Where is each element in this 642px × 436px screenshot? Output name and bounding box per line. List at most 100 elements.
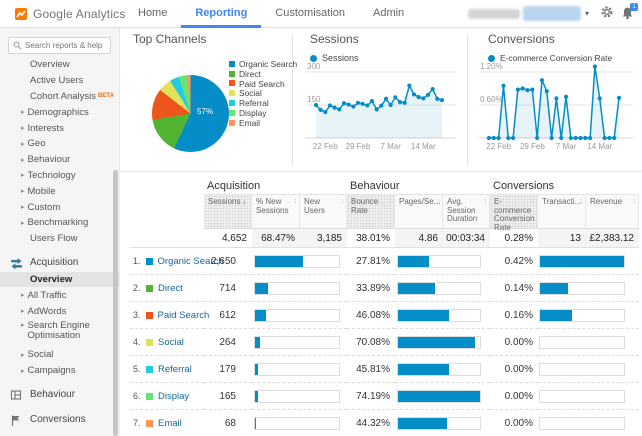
sidebar-item-geo[interactable]: ▸ Geo <box>0 136 119 152</box>
channel-link-email[interactable]: Email <box>158 418 182 429</box>
sidebar-item-campaigns[interactable]: ▸ Campaigns <box>0 363 119 379</box>
totals-cell: 00:03:34 <box>443 228 490 248</box>
sidebar-item-demographics[interactable]: ▸ Demographics <box>0 104 119 120</box>
sidebar-search[interactable] <box>8 37 111 54</box>
sidebar-item-custom[interactable]: ▸ Custom <box>0 199 119 215</box>
sidebar-scrollbar[interactable] <box>113 170 118 436</box>
conversions-line-chart[interactable]: 1.20% 0.60% 22 Feb 29 Feb 7 Mar 14 Mar <box>467 28 642 172</box>
sidebar-item-behaviour[interactable]: ▸ Behaviour <box>0 152 119 168</box>
channel-link-referral[interactable]: Referral <box>158 364 192 375</box>
sidebar-item-label: Behaviour <box>30 389 76 401</box>
column-header-label: E-commerce Conversion Rate <box>494 197 535 232</box>
pie-legend-item[interactable]: Organic Search <box>229 59 297 69</box>
expand-arrow-icon: ▸ <box>21 156 25 164</box>
svg-text:22 Feb: 22 Feb <box>486 142 511 151</box>
bar-track <box>254 389 340 403</box>
gear-icon[interactable] <box>600 5 614 24</box>
account-selector-redacted[interactable] <box>523 6 581 21</box>
sort-icon[interactable]: ↕ <box>341 198 345 207</box>
expand-arrow-icon: ▸ <box>21 204 25 212</box>
ga-logo[interactable]: Google Analytics <box>15 7 126 21</box>
sort-icon[interactable]: ↕ <box>294 198 298 207</box>
column-header-6[interactable]: Avg. Session Duration ↕ <box>443 194 490 228</box>
totals-cell: 3,185 <box>300 228 347 248</box>
sessions-value: 179 <box>204 356 252 383</box>
bar-fill <box>398 390 480 402</box>
sidebar-item-overview[interactable]: Overview <box>0 271 119 288</box>
bar-fill <box>398 336 476 348</box>
sort-icon[interactable]: ↕ <box>437 198 441 207</box>
top-channels-pie-chart[interactable] <box>152 75 229 152</box>
nav-item-reporting[interactable]: Reporting <box>181 0 262 28</box>
pie-legend-item[interactable]: Display <box>229 108 297 118</box>
sidebar-item-users-flow[interactable]: Users Flow <box>0 231 119 247</box>
sidebar-item-interests[interactable]: ▸ Interests <box>0 120 119 136</box>
conversion-rate-value: 0.14% <box>490 275 538 302</box>
column-header-1[interactable]: Sessions ↓ <box>204 194 252 228</box>
sort-icon[interactable]: ↕ <box>532 198 536 207</box>
sidebar-item-overview[interactable]: Overview <box>0 57 119 73</box>
sidebar-item-active-users[interactable]: Active Users <box>0 73 119 89</box>
bar-track <box>254 281 340 295</box>
bar-fill <box>255 255 303 267</box>
sidebar-item-conversions[interactable]: Conversions <box>0 411 119 429</box>
sidebar-item-mobile[interactable]: ▸ Mobile <box>0 183 119 199</box>
revenue-bar <box>538 383 639 410</box>
column-header-4[interactable]: Bounce Rate ↕ <box>347 194 395 228</box>
row-rank: 2. <box>133 283 141 293</box>
acquisition-icon <box>10 257 23 273</box>
sidebar-item-acquisition[interactable]: Acquisition <box>0 254 119 272</box>
sidebar-item-technology[interactable]: ▸ Technology <box>0 168 119 184</box>
sidebar-item-label: Custom <box>27 201 61 213</box>
column-header-label: New Users <box>304 197 325 215</box>
conversions-icon <box>10 414 22 430</box>
channel-link-social[interactable]: Social <box>158 337 184 348</box>
column-header-3[interactable]: New Users ↕ <box>300 194 347 228</box>
sidebar-item-cohort-analysis[interactable]: Cohort Analysis BETA <box>0 89 119 105</box>
totals-cell: 4,652 <box>204 228 252 248</box>
channel-link-direct[interactable]: Direct <box>158 283 183 294</box>
sort-icon[interactable]: ↕ <box>389 198 393 207</box>
column-header-8[interactable]: Transacti... ↕ <box>538 194 586 228</box>
group-header-conversions: Conversions <box>493 180 555 192</box>
sort-icon[interactable]: ↕ <box>633 198 637 207</box>
legend-swatch-icon <box>229 100 235 107</box>
bar-fill <box>255 309 267 321</box>
pie-legend-item[interactable]: Referral <box>229 98 297 108</box>
pie-legend-item[interactable]: Direct <box>229 69 297 79</box>
column-header-9[interactable]: Revenue ↕ <box>586 194 639 228</box>
nav-item-home[interactable]: Home <box>124 0 181 28</box>
sidebar-item-social[interactable]: ▸ Social <box>0 347 119 363</box>
notification-badge: 1 <box>630 3 638 11</box>
account-caret-icon[interactable]: ▾ <box>585 9 589 18</box>
sidebar-item-search-engine-optimisation[interactable]: ▸ Search Engine Optimisation <box>0 319 119 347</box>
sidebar-item-label: Technology <box>27 169 76 181</box>
search-input[interactable] <box>25 41 107 50</box>
pie-legend-item[interactable]: Paid Search <box>229 79 297 89</box>
conversion-rate-value: 0.16% <box>490 302 538 329</box>
nav-item-admin[interactable]: Admin <box>359 0 418 28</box>
pie-legend-item[interactable]: Social <box>229 88 297 98</box>
sessions-line-chart[interactable]: 300 150 22 Feb 29 Feb 7 Mar 14 Mar <box>292 28 467 172</box>
channel-swatch-icon <box>146 392 153 400</box>
column-header-5[interactable]: Pages/Se... ↕ <box>395 194 443 228</box>
sidebar-item-all-traffic[interactable]: ▸ All Traffic <box>0 287 119 303</box>
revenue-bar <box>538 302 639 329</box>
sort-icon[interactable]: ↕ <box>580 198 584 207</box>
pie-legend-label: Email <box>239 117 260 128</box>
sidebar-item-adwords[interactable]: ▸ AdWords <box>0 303 119 319</box>
bar-fill <box>255 417 257 429</box>
sidebar-item-behaviour[interactable]: Behaviour <box>0 386 119 404</box>
pie-legend-item[interactable]: Email <box>229 118 297 128</box>
conversion-rate-value: 0.00% <box>490 356 538 383</box>
channel-link-display[interactable]: Display <box>158 391 189 402</box>
bounce-rate-bar <box>395 329 490 356</box>
sidebar-item-benchmarking[interactable]: ▸ Benchmarking <box>0 215 119 231</box>
sort-icon[interactable]: ↕ <box>484 198 488 207</box>
column-header-2[interactable]: % New Sessions ↕ <box>252 194 300 228</box>
channel-link-paid-search[interactable]: Paid Search <box>158 310 210 321</box>
svg-text:1.20%: 1.20% <box>480 62 503 71</box>
column-header-7[interactable]: E-commerce Conversion Rate ↕ <box>490 194 538 232</box>
bar-track <box>539 308 625 322</box>
nav-item-customisation[interactable]: Customisation <box>261 0 359 28</box>
